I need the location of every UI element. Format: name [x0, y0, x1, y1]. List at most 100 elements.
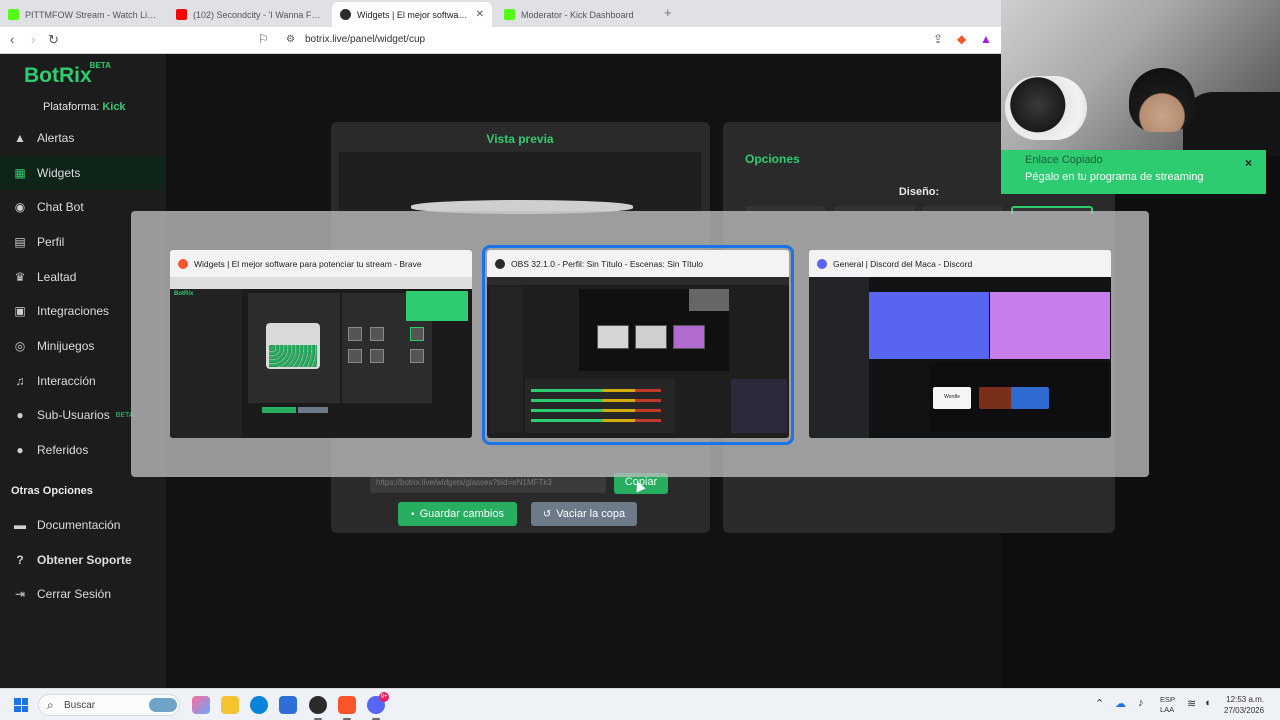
bookmark-icon[interactable]: ⚐ [258, 32, 269, 46]
volume-icon[interactable]: ◖ [1204, 697, 1211, 709]
thumb-audio-meter [531, 409, 661, 412]
book-icon: ▬ [14, 518, 26, 532]
tab-title: Moderator - Kick Dashboard [521, 9, 634, 20]
url-input[interactable]: botrix.live/panel/widget/cup [305, 34, 425, 45]
taskbar: ⌕ Buscar 9+ ⌃ ☁ ♪ ESP LAA ≋ ◖ 12:53 a.m.… [0, 688, 1280, 720]
start-button[interactable] [14, 698, 28, 712]
windows-logo-icon [14, 705, 21, 712]
toast-title: Enlace Copiado [1025, 154, 1103, 166]
empty-label: Vaciar la copa [556, 508, 626, 520]
clock-date: 27/03/2026 [1224, 706, 1265, 715]
webcam-shirt [1183, 92, 1280, 156]
sidebar-item-cerrar-sesion[interactable]: ⇥ Cerrar Sesión [0, 577, 166, 611]
thumb-sidebar [170, 289, 242, 438]
sidebar-item-label: Documentación [37, 518, 121, 532]
botrix-favicon-icon [340, 9, 351, 20]
sidebar-item-label: Perfil [37, 235, 65, 249]
thumb-glass [370, 349, 384, 363]
sidebar-item-label: Interacción [37, 374, 96, 388]
lang-layout: LAA [1160, 705, 1175, 714]
close-icon[interactable]: × [1245, 156, 1252, 170]
kick-favicon-icon [8, 9, 19, 20]
botrix-logo[interactable]: BotRixBETA [24, 61, 113, 88]
window-switcher: Widgets | El mejor software para potenci… [131, 211, 1149, 477]
window-title: OBS 32.1.0 - Perfil: Sin Título - Escena… [511, 258, 703, 269]
clock[interactable]: 12:53 a.m. 27/03/2026 [1224, 694, 1264, 716]
thumb-glass [348, 327, 362, 341]
sidebar-item-alertas[interactable]: ▲ Alertas [0, 121, 166, 155]
plug-icon: ▣ [14, 304, 26, 318]
file-explorer-icon[interactable] [221, 696, 239, 714]
sidebar-item-label: Obtener Soporte [37, 553, 132, 567]
sidebar-item-soporte[interactable]: ? Obtener Soporte [0, 543, 166, 577]
sidebar-item-documentacion[interactable]: ▬ Documentación [0, 508, 166, 542]
brave-taskbar-icon[interactable] [338, 696, 356, 714]
brave-rewards-icon[interactable]: ▲ [980, 32, 992, 46]
forward-icon[interactable]: › [31, 32, 35, 47]
reload-icon[interactable]: ↻ [48, 32, 59, 48]
search-highlight-image [149, 698, 177, 712]
store-icon[interactable] [279, 696, 297, 714]
cloud-icon[interactable]: ☁ [1115, 697, 1126, 710]
users-icon: ● [16, 408, 24, 422]
window-thumbnail: BotRix [170, 277, 472, 438]
thumb-audio-meter [531, 389, 661, 392]
window-title: General | Discord del Maca - Discord [833, 258, 973, 269]
share-icon[interactable]: ⇪ [933, 32, 943, 46]
thumb-activity-card: Wordle [933, 387, 971, 409]
microphone-icon[interactable]: ♪ [1138, 697, 1144, 709]
thumb-obs-controls [731, 379, 787, 433]
thumb-empty-button [298, 407, 328, 413]
thumb-toast [406, 291, 468, 321]
taskbar-search[interactable]: ⌕ Buscar [38, 694, 180, 716]
kick-favicon-icon [504, 9, 515, 20]
switcher-window-obs[interactable]: OBS 32.1.0 - Perfil: Sin Título - Escena… [482, 245, 794, 445]
back-icon[interactable]: ‹ [10, 32, 14, 47]
empty-cup-button[interactable]: ↺ Vaciar la copa [531, 502, 637, 526]
brave-shield-icon[interactable]: ◆ [957, 32, 966, 46]
robot-icon: ◉ [14, 200, 26, 214]
window-header: General | Discord del Maca - Discord [809, 250, 1111, 277]
copied-toast: Enlace Copiado Pégalo en tu programa de … [1001, 150, 1266, 194]
thumb-save-button [262, 407, 296, 413]
browser-tab-youtube[interactable]: (102) Secondcity - 'I Wanna Feel' (Of [168, 2, 330, 27]
thumb-glass [410, 349, 424, 363]
copilot-icon[interactable] [192, 696, 210, 714]
edge-icon[interactable] [250, 696, 268, 714]
chevron-up-icon[interactable]: ⌃ [1095, 697, 1104, 710]
tab-title: (102) Secondcity - 'I Wanna Feel' (Of [193, 9, 322, 20]
browser-tab-kick-dashboard[interactable]: Moderator - Kick Dashboard [496, 2, 660, 27]
switcher-window-brave[interactable]: Widgets | El mejor software para potenci… [170, 250, 472, 440]
logo-text: BotRix [24, 64, 92, 87]
windows-logo-icon [14, 698, 21, 705]
thumb-mini-window [673, 325, 705, 349]
new-tab-button[interactable]: + [664, 5, 672, 20]
browser-tab-kick-stream[interactable]: PITTMFOW Stream - Watch Live on K [0, 2, 168, 27]
obs-taskbar-icon[interactable] [309, 696, 327, 714]
sidebar-item-widgets[interactable]: ▦ Widgets [0, 156, 166, 190]
webcam-overlay [1001, 0, 1280, 156]
thumb-mini-webcam [689, 289, 729, 311]
thumb-logo: BotRix [174, 291, 194, 297]
thumb-obs-preview [579, 289, 729, 371]
gamepad-icon: ◎ [14, 339, 26, 353]
sidebar-item-label: Referidos [37, 443, 89, 457]
save-changes-button[interactable]: ▪ Guardar cambios [398, 502, 517, 526]
wifi-icon[interactable]: ≋ [1187, 697, 1196, 710]
browser-tab-widgets[interactable]: Widgets | El mejor software para ✕ [332, 2, 492, 27]
sidebar-item-label: Alertas [37, 131, 75, 145]
floppy-disk-icon: ▪ [411, 508, 415, 520]
sidebar-item-label: Cerrar Sesión [37, 587, 112, 601]
language-indicator[interactable]: ESP LAA [1160, 695, 1175, 715]
site-settings-icon[interactable]: ⚙ [286, 34, 295, 45]
id-card-icon: ▤ [14, 235, 26, 249]
logout-icon: ⇥ [14, 587, 26, 601]
sidebar-item-label: Minijuegos [37, 339, 95, 353]
thumb-obs-menubar [487, 277, 789, 285]
thumb-obs-scenes [489, 287, 523, 433]
notification-badge: 9+ [379, 692, 389, 702]
close-tab-icon[interactable]: ✕ [470, 9, 484, 20]
preview-title: Vista previa [486, 132, 554, 146]
search-icon: ⌕ [47, 698, 54, 712]
switcher-window-discord[interactable]: General | Discord del Maca - Discord Wor… [809, 250, 1111, 440]
